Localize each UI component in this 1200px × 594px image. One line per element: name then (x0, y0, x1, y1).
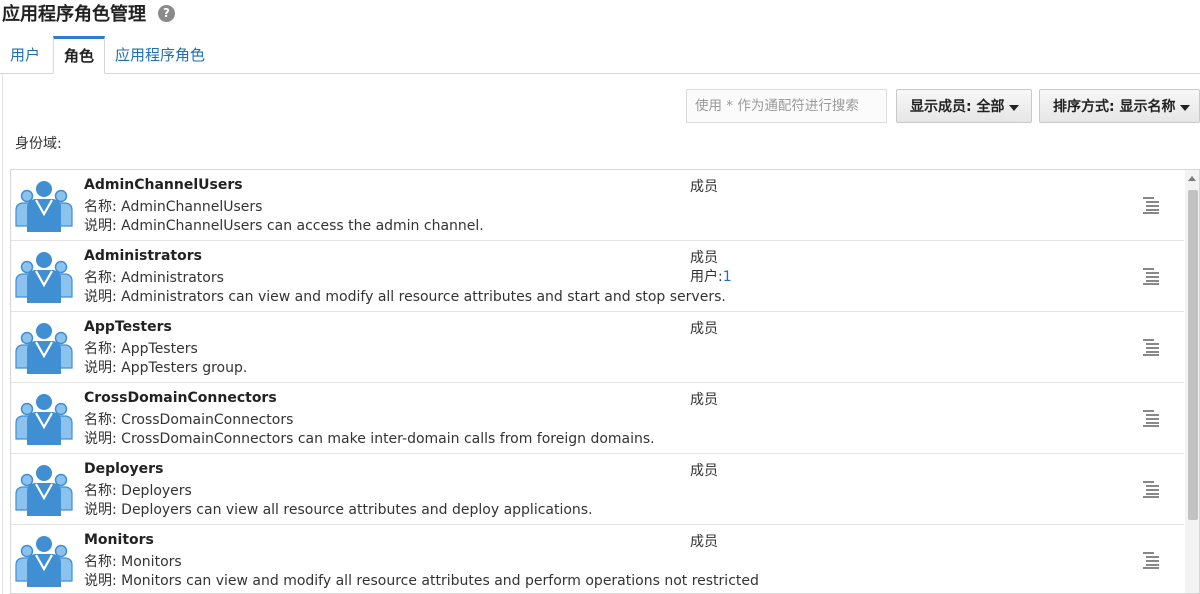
tab-bar: 用户 角色 应用程序角色 (0, 36, 1200, 74)
role-name-line: 名称: Administrators (84, 270, 224, 286)
members-users: 用户:1 (690, 269, 732, 285)
role-name-line: 名称: Deployers (84, 483, 192, 499)
role-row[interactable]: Administrators 名称: Administrators 说明: Ad… (11, 241, 1184, 312)
role-name-line: 名称: CrossDomainConnectors (84, 412, 294, 428)
tab-users[interactable]: 用户 (0, 36, 50, 74)
role-name-line: 名称: AdminChannelUsers (84, 199, 263, 215)
members-header: 成员 (690, 392, 718, 408)
chevron-down-icon (1009, 104, 1020, 111)
list-menu-icon[interactable] (1142, 551, 1160, 569)
members-header: 成员 (690, 179, 718, 195)
page-title: 应用程序角色管理 ? (2, 0, 175, 26)
show-members-label: 显示成员: 全部 (910, 99, 1005, 115)
sort-label: 排序方式: 显示名称 (1053, 99, 1176, 115)
role-title[interactable]: AdminChannelUsers (84, 177, 243, 193)
sort-dropdown[interactable]: 排序方式: 显示名称 (1039, 89, 1200, 123)
page-title-text: 应用程序角色管理 (2, 4, 146, 25)
help-icon[interactable]: ? (158, 4, 175, 22)
identity-domain-label: 身份域: (15, 136, 62, 152)
role-title[interactable]: Deployers (84, 461, 163, 477)
role-name-line: 名称: Monitors (84, 554, 182, 570)
group-users-icon (15, 323, 73, 374)
tab-app-roles[interactable]: 应用程序角色 (105, 36, 215, 74)
show-members-dropdown[interactable]: 显示成员: 全部 (896, 89, 1032, 123)
list-menu-icon[interactable] (1142, 196, 1160, 214)
role-description: 说明: Deployers can view all resource attr… (84, 502, 593, 518)
roles-list: AdminChannelUsers 名称: AdminChannelUsers … (10, 169, 1200, 594)
group-users-icon (15, 465, 73, 516)
role-title[interactable]: AppTesters (84, 319, 172, 335)
role-description: 说明: AdminChannelUsers can access the adm… (84, 218, 484, 234)
list-menu-icon[interactable] (1142, 480, 1160, 498)
users-count-link[interactable]: 1 (723, 269, 732, 285)
role-title[interactable]: Administrators (84, 248, 202, 264)
group-users-icon (15, 181, 73, 232)
group-users-icon (15, 536, 73, 587)
scroll-up-icon[interactable] (1188, 176, 1196, 181)
tab-roles[interactable]: 角色 (53, 36, 106, 74)
role-description: 说明: CrossDomainConnectors can make inter… (84, 431, 655, 447)
role-row[interactable]: AppTesters 名称: AppTesters 说明: AppTesters… (11, 312, 1184, 383)
members-header: 成员 (690, 534, 718, 550)
role-description: 说明: AppTesters group. (84, 360, 248, 376)
role-title[interactable]: Monitors (84, 532, 154, 548)
scroll-thumb[interactable] (1188, 190, 1198, 520)
role-row[interactable]: Deployers 名称: Deployers 说明: Deployers ca… (11, 454, 1184, 525)
list-menu-icon[interactable] (1142, 338, 1160, 356)
chevron-down-icon (1180, 104, 1191, 111)
members-header: 成员 (690, 321, 718, 337)
members-header: 成员 (690, 250, 718, 266)
search-input[interactable] (686, 89, 887, 123)
role-name-line: 名称: AppTesters (84, 341, 198, 357)
role-row[interactable]: CrossDomainConnectors 名称: CrossDomainCon… (11, 383, 1184, 454)
role-title[interactable]: CrossDomainConnectors (84, 390, 277, 406)
group-users-icon (15, 394, 73, 445)
role-row[interactable]: AdminChannelUsers 名称: AdminChannelUsers … (11, 170, 1184, 241)
list-menu-icon[interactable] (1142, 267, 1160, 285)
list-menu-icon[interactable] (1142, 409, 1160, 427)
role-row[interactable]: Monitors 名称: Monitors 说明: Monitors can v… (11, 525, 1184, 593)
members-header: 成员 (690, 463, 718, 479)
vertical-scrollbar[interactable] (1185, 170, 1199, 593)
role-description: 说明: Monitors can view and modify all res… (84, 573, 759, 589)
group-users-icon (15, 252, 73, 303)
role-description: 说明: Administrators can view and modify a… (84, 289, 726, 305)
